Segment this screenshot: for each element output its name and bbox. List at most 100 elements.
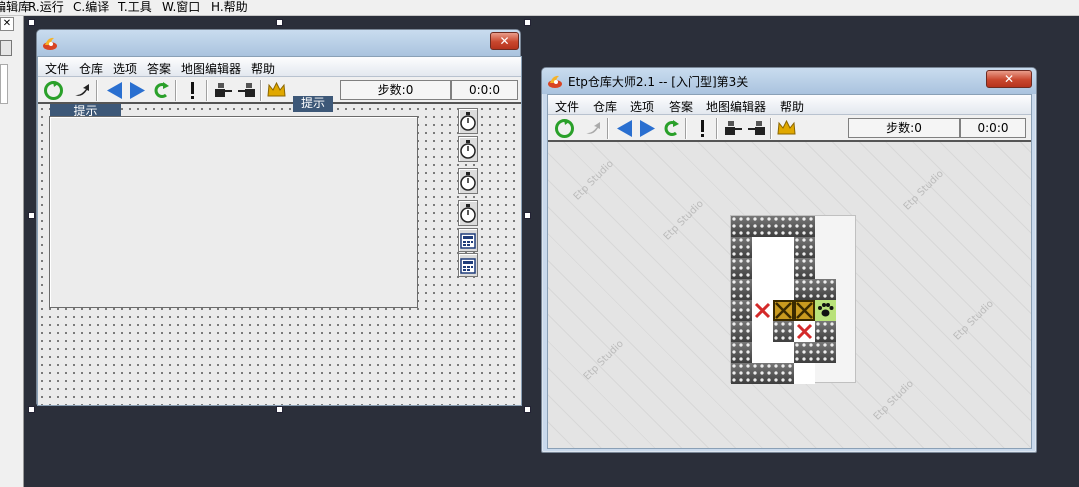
ide-menu-window[interactable]: W.窗口 [162,0,200,14]
exclamation-icon[interactable] [182,80,203,101]
back-triangle-icon[interactable] [104,80,125,101]
resize-handle[interactable] [276,19,283,26]
watermark-text: Etp Studio [581,338,626,383]
dropdown-icon[interactable] [0,40,12,56]
menu-options[interactable]: 选项 [113,60,137,77]
stopwatch-icon[interactable] [458,200,478,226]
forward-triangle-icon[interactable] [127,80,148,101]
ide-menu-tools[interactable]: T.工具 [118,0,152,14]
resize-handle[interactable] [28,19,35,26]
app-logo-icon [43,37,57,50]
recycle-icon[interactable] [43,80,64,101]
design-toolbar: 步数:0 0:0:0 [38,77,521,104]
crate-icon [773,300,794,321]
toolbar-separator [206,80,208,101]
stopwatch-icon[interactable] [458,168,478,194]
resize-handle[interactable] [28,212,35,219]
wall-tile [815,279,836,300]
menu-file[interactable]: 文件 [45,60,69,77]
ide-left-panel: ✕ [0,16,24,487]
crate-icon [794,300,815,321]
stopwatch-icon[interactable] [458,108,478,134]
game-client-area: 文件 仓库 选项 答案 地图编辑器 帮助 步数:0 0:0:0 Etp Stud… [547,94,1032,449]
calculator-icon[interactable] [458,253,478,277]
stopwatch-icon[interactable] [458,136,478,162]
target-cross-icon [752,300,773,321]
game-titlebar[interactable]: Etp仓库大师2.1 -- [入门型]第3关 ✕ [542,68,1036,94]
resize-handle[interactable] [524,19,531,26]
game-toolbar: 步数:0 0:0:0 [548,115,1031,142]
floor-tile [773,258,794,279]
watermark-text: Etp Studio [951,298,996,343]
floor-tile [773,342,794,363]
push-cart-icon[interactable] [213,80,234,101]
redo-arrow-icon[interactable] [150,80,171,101]
wall-tile [794,279,815,300]
redo-arrow-icon[interactable] [660,118,681,139]
wall-tile [731,363,752,384]
menu-options[interactable]: 选项 [630,98,654,115]
watermark-text: Etp Studio [901,168,946,213]
floor-tile [752,258,773,279]
design-panel[interactable] [49,116,418,308]
menu-map-editor[interactable]: 地图编辑器 [706,98,766,115]
timer-display: 0:0:0 [451,80,518,100]
ide-menu-help[interactable]: H.帮助 [211,0,248,14]
game-menubar: 文件 仓库 选项 答案 地图编辑器 帮助 [548,95,1031,115]
menu-map-editor[interactable]: 地图编辑器 [181,60,241,77]
scrollbar[interactable] [0,64,8,104]
resize-handle[interactable] [276,406,283,413]
wall-tile [773,216,794,237]
game-board[interactable] [730,215,856,384]
back-triangle-icon[interactable] [614,118,635,139]
pull-cart-icon[interactable] [746,118,767,139]
close-button[interactable]: ✕ [986,70,1032,88]
undo-arrow-icon[interactable] [582,118,603,139]
watermark-text: Etp Studio [871,378,916,423]
pull-cart-icon[interactable] [236,80,257,101]
resize-handle[interactable] [28,406,35,413]
toolbar-separator [96,80,98,101]
menu-warehouse[interactable]: 仓库 [593,98,617,115]
floor-tile [752,342,773,363]
floor-tile [773,237,794,258]
menu-help[interactable]: 帮助 [251,60,275,77]
wall-tile [794,342,815,363]
ide-menu-run[interactable]: R.运行 [28,0,64,14]
design-titlebar[interactable]: ✕ [37,30,520,56]
menu-answer[interactable]: 答案 [147,60,171,77]
toolbar-separator [685,118,687,139]
calculator-icon[interactable] [458,228,478,252]
wall-tile [752,216,773,237]
ide-menu-library[interactable]: 编辑库 [0,0,30,14]
menu-answer[interactable]: 答案 [669,98,693,115]
design-form-window[interactable]: ✕ 文件 仓库 选项 答案 地图编辑器 帮助 步数:0 0:0:0 提示 提示 [36,29,522,406]
hint-label-right: 提示 [293,96,333,112]
menu-help[interactable]: 帮助 [780,98,804,115]
forward-triangle-icon[interactable] [637,118,658,139]
exclamation-icon[interactable] [692,118,713,139]
wall-tile [794,216,815,237]
resize-handle[interactable] [524,406,531,413]
undo-arrow-icon[interactable] [71,80,92,101]
wall-tile [731,216,752,237]
watermark-text: Etp Studio [571,158,616,203]
steps-counter: 步数:0 [340,80,451,100]
floor-tile [752,321,773,342]
crown-icon[interactable] [266,80,287,101]
push-cart-icon[interactable] [723,118,744,139]
crown-icon[interactable] [776,118,797,139]
close-icon[interactable]: ✕ [0,17,14,31]
toolbar-separator [770,118,772,139]
menu-file[interactable]: 文件 [555,98,579,115]
close-button[interactable]: ✕ [490,32,519,50]
menu-warehouse[interactable]: 仓库 [79,60,103,77]
resize-handle[interactable] [524,212,531,219]
game-window[interactable]: Etp仓库大师2.1 -- [入门型]第3关 ✕ 文件 仓库 选项 答案 地图编… [541,67,1037,453]
toolbar-separator [260,80,262,101]
wall-tile [752,363,773,384]
ide-menu-compile[interactable]: C.编译 [73,0,109,14]
target-cross-icon [794,321,815,342]
wall-tile [794,258,815,279]
recycle-icon[interactable] [554,118,575,139]
